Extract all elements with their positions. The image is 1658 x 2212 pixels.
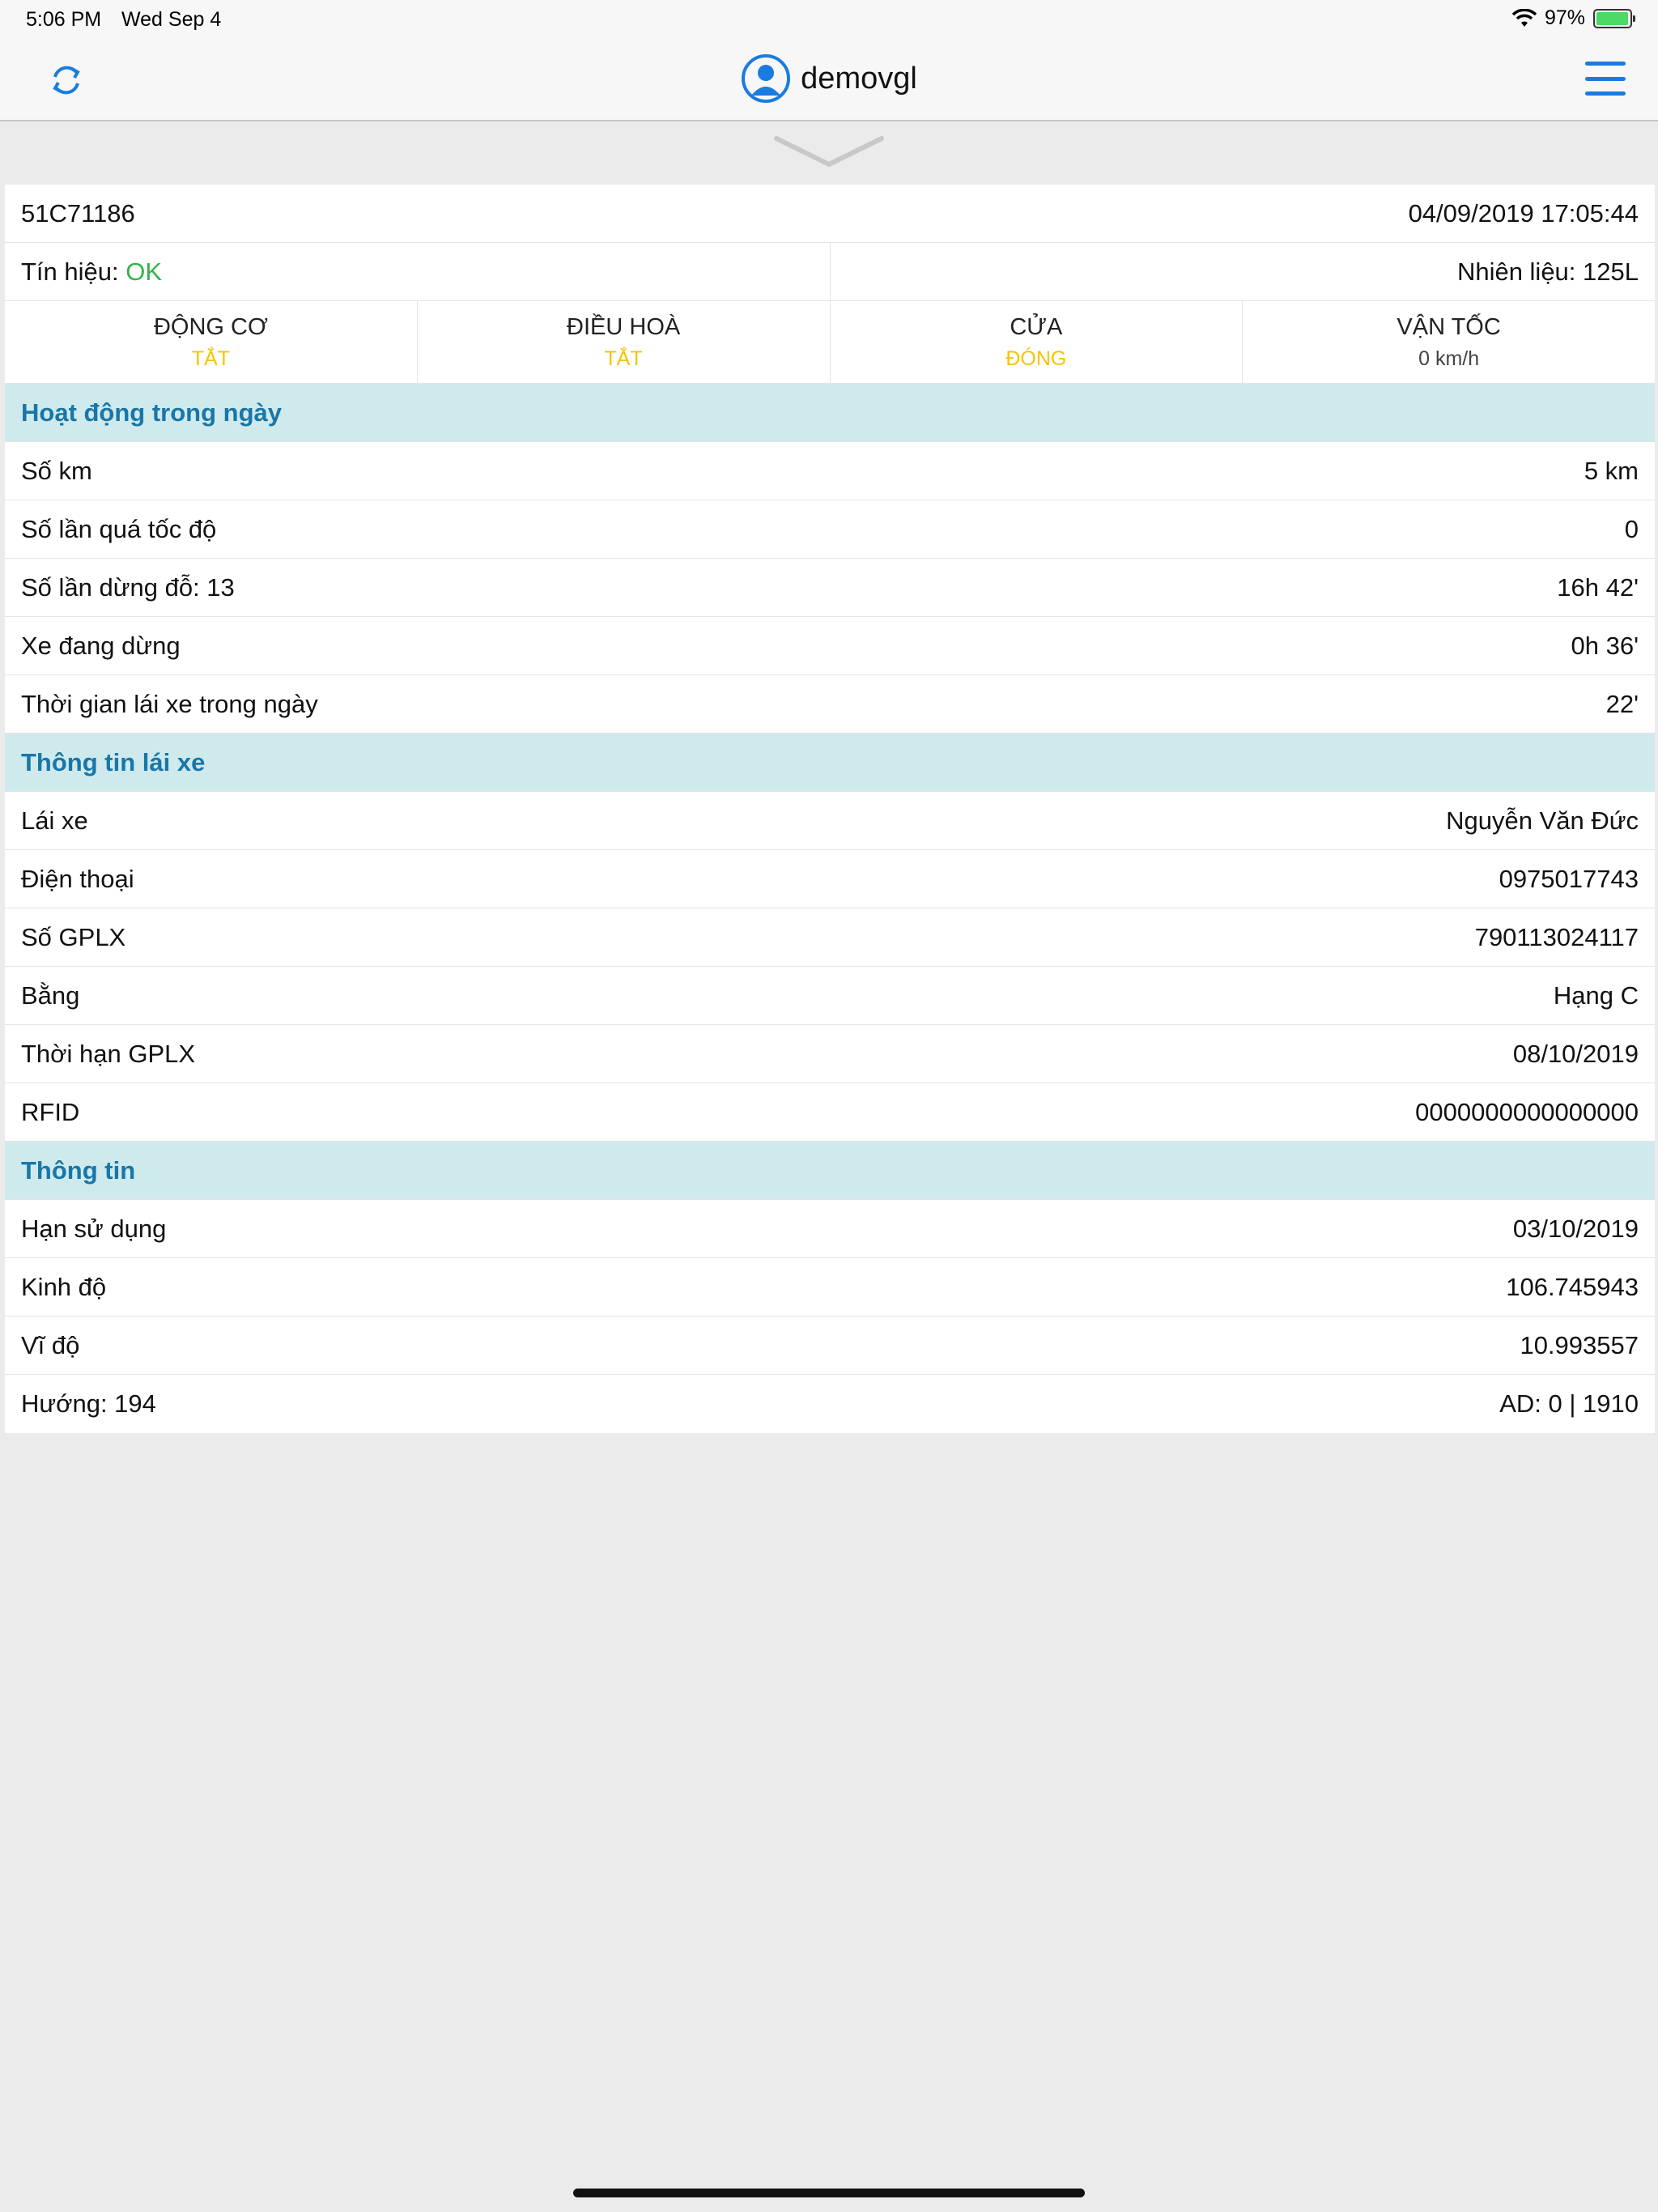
info-row: RFID 0000000000000000 <box>5 1083 1655 1142</box>
row-value: 08/10/2019 <box>1512 1039 1639 1068</box>
stat-air-conditioner: ĐIỀU HOÀ TẮT <box>416 301 830 383</box>
username: demovgl <box>801 61 917 96</box>
info-row: Số lần quá tốc độ 0 <box>5 500 1655 559</box>
stat-engine: ĐỘNG CƠ TẮT <box>5 301 417 383</box>
home-indicator[interactable] <box>573 2189 1085 2197</box>
row-value: 22' <box>1605 689 1639 718</box>
chevron-down-icon[interactable] <box>773 134 885 170</box>
section-header-driver: Thông tin lái xe <box>5 734 1655 792</box>
vehicle-header-row: 51C71186 04/09/2019 17:05:44 <box>5 185 1655 243</box>
status-stats-row: ĐỘNG CƠ TẮT ĐIỀU HOÀ TẮT CỬA ĐÓNG VẬN TỐ… <box>5 301 1655 384</box>
row-value: 03/10/2019 <box>1512 1214 1639 1243</box>
row-value: 106.745943 <box>1506 1272 1639 1301</box>
menu-icon[interactable] <box>1585 62 1626 96</box>
info-row: Hạn sử dụng 03/10/2019 <box>5 1200 1655 1258</box>
section-title: Hoạt động trong ngày <box>21 398 283 427</box>
info-row: Số km 5 km <box>5 442 1655 500</box>
section-title: Thông tin lái xe <box>21 747 206 776</box>
status-bar: 5:06 PM Wed Sep 4 97% <box>0 0 1658 39</box>
stat-value: ĐÓNG <box>1005 347 1067 370</box>
section-title: Thông tin <box>21 1155 136 1185</box>
row-label: Số GPLX <box>21 922 126 951</box>
section-header-activity: Hoạt động trong ngày <box>5 384 1655 442</box>
row-label: Số km <box>21 456 92 485</box>
row-value: 790113024117 <box>1474 922 1639 951</box>
row-value: 16h 42' <box>1557 572 1639 602</box>
menu-line <box>1585 76 1626 81</box>
row-value: 0h 36' <box>1571 631 1639 660</box>
info-row: Lái xe Nguyễn Văn Đức <box>5 792 1655 850</box>
stat-door: CỬA ĐÓNG <box>829 301 1243 383</box>
info-row: Thời gian lái xe trong ngày 22' <box>5 675 1655 734</box>
stat-label: ĐIỀU HOÀ <box>567 313 681 340</box>
signal-label: Tín hiệu: <box>21 257 119 286</box>
signal-cell: Tín hiệu: OK <box>5 243 830 300</box>
info-row: Hướng: 194 AD: 0 | 1910 <box>5 1375 1655 1433</box>
signal-value: OK <box>125 257 163 286</box>
info-row: Xe đang dừng 0h 36' <box>5 617 1655 675</box>
info-row: Vĩ độ 10.993557 <box>5 1317 1655 1375</box>
stat-label: ĐỘNG CƠ <box>153 313 268 340</box>
info-row: Số lần dừng đỗ: 13 16h 42' <box>5 559 1655 617</box>
nav-title: demovgl <box>0 53 1658 104</box>
row-value: 0975017743 <box>1499 864 1639 893</box>
fuel-value: Nhiên liệu: 125L <box>1456 257 1639 286</box>
info-row: Số GPLX 790113024117 <box>5 908 1655 967</box>
battery-percent: 97% <box>1544 6 1585 29</box>
row-label: Xe đang dừng <box>21 631 181 660</box>
status-right: 97% <box>1511 6 1635 30</box>
nav-bar: demovgl <box>0 39 1658 121</box>
wifi-icon <box>1511 8 1537 27</box>
vehicle-timestamp: 04/09/2019 17:05:44 <box>1408 198 1639 228</box>
row-value: Nguyễn Văn Đức <box>1446 806 1639 835</box>
row-value: 5 km <box>1584 456 1639 485</box>
signal-fuel-row: Tín hiệu: OK Nhiên liệu: 125L <box>5 243 1655 301</box>
row-label: Thời hạn GPLX <box>21 1039 196 1068</box>
row-label: Lái xe <box>21 806 88 835</box>
row-value: 0 <box>1624 514 1639 543</box>
stat-value: TẮT <box>191 347 230 370</box>
stat-label: VẬN TỐC <box>1397 313 1501 340</box>
vehicle-detail-panel: 51C71186 04/09/2019 17:05:44 Tín hiệu: O… <box>5 185 1655 1433</box>
row-value: AD: 0 | 1910 <box>1499 1389 1639 1418</box>
stat-value: 0 km/h <box>1418 347 1480 370</box>
row-label: Điện thoại <box>21 864 134 893</box>
fuel-cell: Nhiên liệu: 125L <box>829 243 1656 300</box>
row-label: Số lần quá tốc độ <box>21 514 217 543</box>
stat-speed: VẬN TỐC 0 km/h <box>1242 301 1655 383</box>
row-value: 10.993557 <box>1520 1330 1639 1359</box>
row-label: Thời gian lái xe trong ngày <box>21 689 318 718</box>
section-header-info: Thông tin <box>5 1142 1655 1200</box>
info-row: Bằng Hạng C <box>5 967 1655 1025</box>
stat-value: TẮT <box>604 347 643 370</box>
battery-fill <box>1596 11 1628 25</box>
row-label: Vĩ độ <box>21 1330 80 1359</box>
menu-line <box>1585 91 1626 96</box>
row-label: Kinh độ <box>21 1272 107 1301</box>
vehicle-plate: 51C71186 <box>21 198 135 228</box>
row-value: Hạng C <box>1553 981 1639 1010</box>
status-date: Wed Sep 4 <box>121 8 222 31</box>
battery-icon <box>1593 8 1635 28</box>
stat-label: CỬA <box>1010 313 1063 340</box>
menu-line <box>1585 62 1626 66</box>
row-label: Hướng: 194 <box>21 1389 156 1418</box>
info-row: Thời hạn GPLX 08/10/2019 <box>5 1025 1655 1083</box>
info-row: Kinh độ 106.745943 <box>5 1258 1655 1317</box>
row-label: RFID <box>21 1097 80 1126</box>
info-row: Điện thoại 0975017743 <box>5 850 1655 908</box>
row-value: 0000000000000000 <box>1415 1097 1639 1126</box>
row-label: Bằng <box>21 981 80 1010</box>
status-time: 5:06 PM <box>26 8 102 31</box>
row-label: Hạn sử dụng <box>21 1214 167 1243</box>
user-avatar-icon <box>742 54 791 103</box>
row-label: Số lần dừng đỗ: 13 <box>21 572 235 602</box>
